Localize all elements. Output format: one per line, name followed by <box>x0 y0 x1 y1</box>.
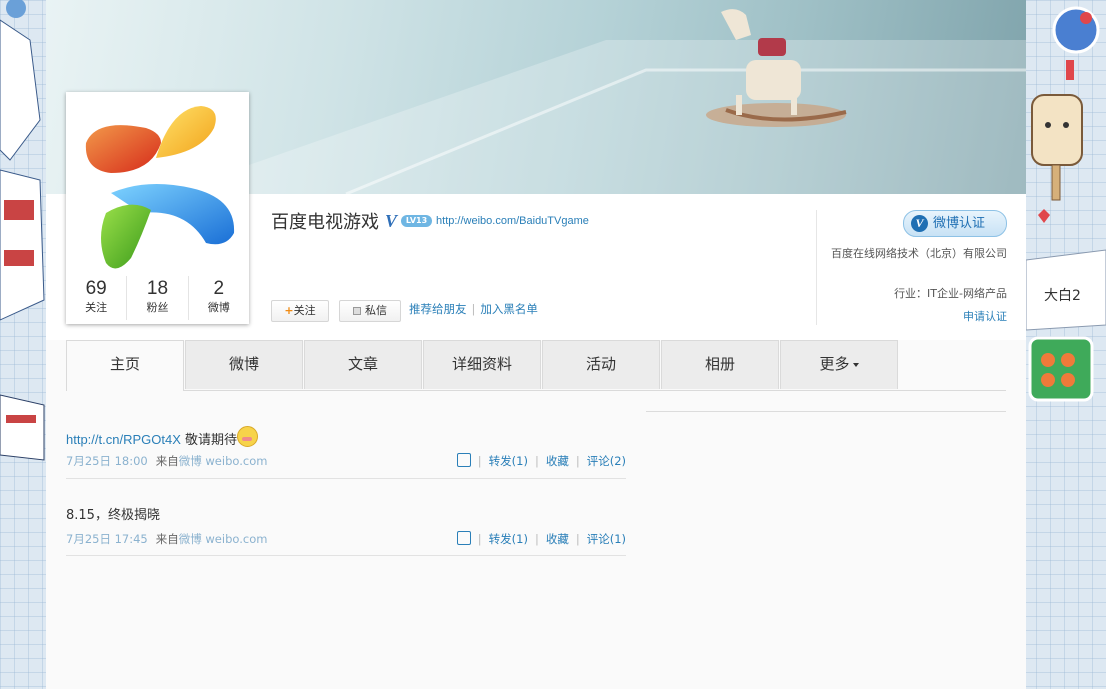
feed-source[interactable]: 微博 weibo.com <box>179 532 268 546</box>
feed-time[interactable]: 7月25日 17:45 <box>66 532 148 546</box>
separator: | <box>575 454 580 468</box>
posts-count: 2 <box>213 278 225 299</box>
homepage-link[interactable]: http://weibo.com/BaiduTVgame <box>436 215 589 227</box>
verified-v-icon: V <box>911 215 928 232</box>
separator: | <box>471 302 476 316</box>
followers-label: 粉丝 <box>146 301 169 314</box>
verified-company: 百度在线网络技术（北京）有限公司 <box>831 247 1007 260</box>
plus-icon: + <box>284 304 294 317</box>
feed-body: 8.15，终极揭晓 <box>66 508 160 523</box>
posts-label: 微博 <box>207 301 230 314</box>
profile-tabs: 主页 微博 文章 详细资料 活动 相册 更多 <box>66 340 1006 391</box>
feed-actions: | 转发(1) | 收藏 | 评论(2) <box>456 453 626 469</box>
avatar-card: 69 关注 18 粉丝 2 微博 <box>66 92 249 324</box>
tab-articles[interactable]: 文章 <box>304 340 422 389</box>
tab-more-label: 更多 <box>819 355 850 373</box>
stat-following[interactable]: 69 关注 <box>66 276 128 320</box>
followers-count: 18 <box>146 278 169 299</box>
sidebar-divider <box>646 411 1006 412</box>
follow-label: 关注 <box>293 304 316 317</box>
verified-badge-label: 微博认证 <box>933 216 986 231</box>
profile-page: 69 关注 18 粉丝 2 微博 百度电视游戏 V LV13 http://we… <box>46 0 1026 689</box>
comment-link[interactable]: 评论(1) <box>587 532 626 546</box>
feed-meta: 7月25日 18:00 来自微博 weibo.com <box>66 453 267 469</box>
feed-short-link[interactable]: http://t.cn/RPGOt4X <box>66 432 181 447</box>
comment-link[interactable]: 评论(2) <box>587 454 626 468</box>
stat-posts[interactable]: 2 微博 <box>189 276 249 320</box>
svg-text:大白2: 大白2 <box>1044 288 1081 304</box>
repost-link[interactable]: 转发(1) <box>489 454 528 468</box>
verified-industry: 行业：IT企业-网络产品 <box>894 287 1007 300</box>
page-title: 百度电视游戏 <box>271 212 379 233</box>
message-button[interactable]: 私信 <box>339 300 401 322</box>
following-label: 关注 <box>85 301 108 314</box>
follow-button[interactable]: +关注 <box>271 300 329 322</box>
feed-from-label: 来自 <box>155 454 179 468</box>
favorite-link[interactable]: 收藏 <box>546 454 569 468</box>
feed-time[interactable]: 7月25日 18:00 <box>66 454 148 468</box>
weibo-verified-badge[interactable]: V 微博认证 <box>903 210 1007 237</box>
level-badge[interactable]: LV13 <box>401 215 433 227</box>
feed-actions: | 转发(1) | 收藏 | 评论(1) <box>456 531 626 547</box>
profile-stats: 69 关注 18 粉丝 2 微博 <box>66 276 249 320</box>
feed-text: http://t.cn/RPGOt4X 敬请期待 <box>66 426 259 448</box>
feed-item: http://t.cn/RPGOt4X 敬请期待 7月25日 18:00 来自微博… <box>66 420 626 479</box>
tab-weibo[interactable]: 微博 <box>185 340 303 389</box>
recommend-link[interactable]: 推荐给朋友 <box>409 302 467 316</box>
tab-albums[interactable]: 相册 <box>661 340 779 389</box>
following-count: 69 <box>85 278 107 299</box>
caret-down-icon <box>852 362 859 367</box>
sticker-decoration-left <box>0 0 45 461</box>
avatar[interactable] <box>76 98 239 272</box>
message-label: 私信 <box>365 304 387 317</box>
profile-name-row: 百度电视游戏 V LV13 http://weibo.com/BaiduTVga… <box>271 208 589 234</box>
apply-verification-link[interactable]: 申请认证 <box>963 308 1007 324</box>
stat-followers[interactable]: 18 粉丝 <box>127 276 189 320</box>
like-icon[interactable] <box>456 531 471 545</box>
verified-icon[interactable]: V <box>385 211 397 232</box>
feed-text: 8.15，终极揭晓 <box>66 504 160 523</box>
blacklist-link[interactable]: 加入黑名单 <box>480 302 538 316</box>
verification-panel: V 微博认证 百度在线网络技术（北京）有限公司 行业：IT企业-网络产品 申请认证 <box>816 210 1007 325</box>
shy-emoji-icon <box>237 426 259 447</box>
profile-action-links: 推荐给朋友 | 加入黑名单 <box>409 301 538 317</box>
feed-from-label: 来自 <box>155 532 179 546</box>
tab-home[interactable]: 主页 <box>66 340 184 391</box>
feed-meta: 7月25日 17:45 来自微博 weibo.com <box>66 531 267 547</box>
feed-body: 敬请期待 <box>180 433 238 448</box>
tab-events[interactable]: 活动 <box>542 340 660 389</box>
separator: | <box>534 454 539 468</box>
feed-source[interactable]: 微博 weibo.com <box>179 454 268 468</box>
like-icon[interactable] <box>456 453 471 467</box>
tab-details[interactable]: 详细资料 <box>423 340 541 389</box>
tab-more[interactable]: 更多 <box>780 340 898 389</box>
separator: | <box>575 532 580 546</box>
favorite-link[interactable]: 收藏 <box>546 532 569 546</box>
message-icon <box>353 307 361 315</box>
separator: | <box>477 532 482 546</box>
separator: | <box>534 532 539 546</box>
feed-list: http://t.cn/RPGOt4X 敬请期待 7月25日 18:00 来自微博… <box>66 420 626 556</box>
feed-item: 8.15，终极揭晓 7月25日 17:45 来自微博 weibo.com | 转发(… <box>66 479 626 556</box>
separator: | <box>477 454 482 468</box>
sticker-decoration-right: 大白2 <box>1026 6 1106 402</box>
repost-link[interactable]: 转发(1) <box>489 532 528 546</box>
